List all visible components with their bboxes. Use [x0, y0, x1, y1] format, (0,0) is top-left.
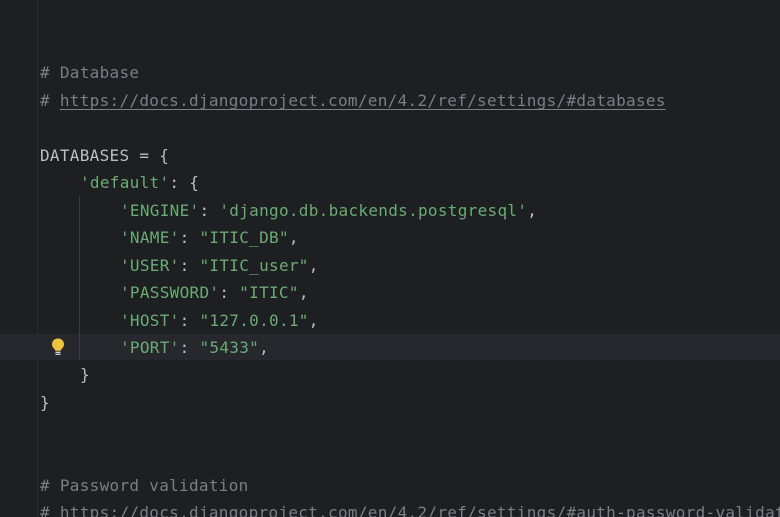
code-line[interactable]: 'PASSWORD': "ITIC",	[120, 279, 309, 306]
code-token: "ITIC"	[239, 283, 299, 302]
doc-link[interactable]: https://docs.djangoproject.com/en/4.2/re…	[60, 91, 666, 110]
code-token: "ITIC_DB"	[199, 228, 289, 247]
code-token: ,	[298, 283, 309, 302]
code-token: #	[40, 91, 60, 110]
code-token: : {	[169, 173, 200, 192]
code-line[interactable]: 'default': {	[80, 169, 199, 196]
code-token: "ITIC_user"	[199, 256, 309, 275]
code-token: = {	[129, 146, 170, 165]
code-token: "5433"	[199, 338, 260, 357]
gutter-divider	[37, 0, 38, 517]
code-line[interactable]: }	[80, 361, 90, 388]
code-token: 'NAME'	[120, 228, 180, 247]
code-editor[interactable]: # Database # https://docs.djangoproject.c…	[0, 0, 780, 517]
lightbulb-icon[interactable]	[49, 337, 67, 357]
code-line[interactable]: # Database	[40, 59, 139, 86]
code-token: ,	[288, 228, 299, 247]
code-line[interactable]: 'HOST': "127.0.0.1",	[120, 307, 319, 334]
code-token: #	[40, 503, 60, 517]
code-line[interactable]: 'PORT': "5433",	[120, 334, 269, 361]
code-token: # Password validation	[40, 476, 249, 495]
code-token: }	[40, 393, 50, 412]
code-token: 'ENGINE'	[120, 201, 200, 220]
code-token: 'django.db.backends.postgresql'	[219, 201, 528, 220]
code-token: ,	[308, 256, 319, 275]
code-token: DATABASES	[40, 146, 130, 165]
code-token: :	[179, 311, 200, 330]
code-token: :	[179, 338, 200, 357]
code-line[interactable]: # https://docs.djangoproject.com/en/4.2/…	[40, 87, 666, 114]
code-token: :	[179, 228, 200, 247]
code-token: ,	[259, 338, 270, 357]
code-token: :	[219, 283, 240, 302]
code-token: 'default'	[80, 173, 170, 192]
code-line[interactable]: 'ENGINE': 'django.db.backends.postgresql…	[120, 197, 537, 224]
code-token: "127.0.0.1"	[199, 311, 309, 330]
code-line[interactable]: 'USER': "ITIC_user",	[120, 252, 319, 279]
code-token: 'PASSWORD'	[120, 283, 220, 302]
code-token: }	[80, 365, 90, 384]
code-token: 'HOST'	[120, 311, 180, 330]
code-line[interactable]: # Password validation	[40, 472, 249, 499]
code-token: ,	[308, 311, 319, 330]
code-token: 'PORT'	[120, 338, 180, 357]
code-token: # Database	[40, 63, 140, 82]
code-token: :	[199, 201, 220, 220]
code-line[interactable]: 'NAME': "ITIC_DB",	[120, 224, 299, 251]
code-line[interactable]: }	[40, 389, 50, 416]
code-line[interactable]: DATABASES = {	[40, 142, 169, 169]
code-token: :	[179, 256, 200, 275]
indent-guide	[79, 196, 80, 360]
doc-link[interactable]: https://docs.djangoproject.com/en/4.2/re…	[60, 503, 780, 517]
current-line-highlight	[0, 334, 780, 360]
code-token: ,	[527, 201, 538, 220]
code-line[interactable]: # https://docs.djangoproject.com/en/4.2/…	[40, 499, 780, 517]
code-token: 'USER'	[120, 256, 180, 275]
